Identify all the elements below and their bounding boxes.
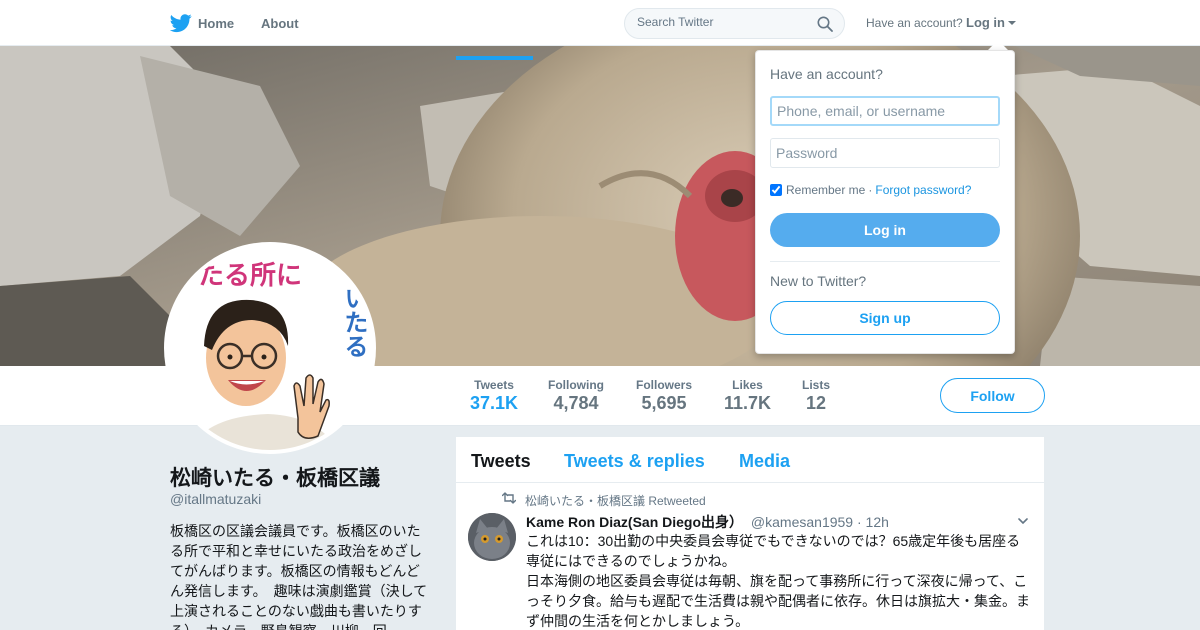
stat-label: Likes <box>732 378 763 392</box>
profile-handle[interactable]: @itallmatuzaki <box>170 491 261 507</box>
stat-lists[interactable]: Lists 12 <box>802 378 830 414</box>
login-dropdown-toggle[interactable]: Log in <box>966 15 1005 30</box>
search-box[interactable] <box>624 8 845 39</box>
signup-button[interactable]: Sign up <box>770 301 1000 335</box>
cat-avatar-image <box>468 513 516 561</box>
tweet-timestamp[interactable]: · 12h <box>857 514 889 530</box>
stat-likes[interactable]: Likes 11.7K <box>724 378 771 414</box>
profile-avatar[interactable]: たる所に いたる <box>164 242 376 454</box>
divider <box>770 261 1000 262</box>
stat-tweets[interactable]: Tweets 37.1K <box>470 378 518 414</box>
new-to-twitter-text: New to Twitter? <box>770 273 867 289</box>
tweet-text: これは10：30出勤の中央委員会専従でもできないのでは？65歳定年後も居座る専従… <box>526 531 1034 630</box>
follow-button[interactable]: Follow <box>940 378 1045 413</box>
username-field[interactable] <box>770 96 1000 126</box>
stat-followers[interactable]: Followers 5,695 <box>636 378 692 414</box>
timeline: Tweets Tweets & replies Media 松崎いたる・板橋区議… <box>456 437 1044 630</box>
tab-tweets[interactable]: Tweets <box>471 451 531 472</box>
avatar-banner-text-top: たる所に <box>198 261 302 291</box>
tweet-text-line: これは10：30出勤の中央委員会専従でもできないのでは？65歳定年後も居座る専従… <box>526 533 1021 569</box>
remember-me-row: Remember me · Forgot password? <box>770 183 971 197</box>
stat-label: Following <box>548 378 604 392</box>
tweet-header: Kame Ron Diaz(San Diego出身） @kamesan1959 … <box>526 512 889 532</box>
tab-tweets-and-replies[interactable]: Tweets & replies <box>564 451 705 472</box>
search-icon[interactable] <box>817 16 833 32</box>
stat-label: Followers <box>636 378 693 392</box>
have-account-text: Have an account? <box>866 16 963 30</box>
stat-value: 37.1K <box>470 393 519 413</box>
remember-me-label[interactable]: Remember me <box>786 183 865 197</box>
nav-home-label: Home <box>198 15 235 31</box>
profile-display-name[interactable]: 松崎いたる・板橋区議 <box>170 462 380 492</box>
caret-down-icon[interactable] <box>1008 21 1016 25</box>
dropdown-arrow <box>988 40 1008 50</box>
stat-following[interactable]: Following 4,784 <box>548 378 604 414</box>
password-field[interactable] <box>770 138 1000 168</box>
chevron-down-icon[interactable] <box>1018 518 1028 524</box>
tweet-text-line: 日本海側の地区委員会専従は毎朝、旗を配って事務所に行って深夜に帰って、こっそり夕… <box>526 573 1030 629</box>
login-button[interactable]: Log in <box>770 213 1000 247</box>
tweet-author-avatar[interactable] <box>468 513 516 561</box>
nav-home-link[interactable]: Home <box>170 12 234 34</box>
stat-value: 4,784 <box>553 393 599 413</box>
stat-value: 11.7K <box>724 393 772 413</box>
profile-bio: 板橋区の区議会議員です。板橋区のいたる所で平和と幸せにいたる政治をめざしてがんば… <box>170 523 428 630</box>
stat-label: Tweets <box>474 378 514 392</box>
top-navigation-bar: Home About Have an account? Log in <box>0 0 1200 46</box>
timeline-tabs: Tweets Tweets & replies Media <box>456 437 1044 483</box>
retweeted-by-context[interactable]: 松崎いたる・板橋区議 Retweeted <box>525 492 706 509</box>
remember-me-checkbox[interactable] <box>770 184 782 196</box>
avatar-illustration: たる所に いたる <box>168 246 372 450</box>
tweet-author-name[interactable]: Kame Ron Diaz(San Diego出身） <box>526 514 743 530</box>
active-tab-indicator <box>456 56 533 60</box>
nav-about-link[interactable]: About <box>261 16 299 31</box>
separator-dot: · <box>868 183 873 197</box>
login-dropdown: Have an account? Remember me · Forgot pa… <box>755 50 1015 354</box>
retweet-icon <box>502 492 516 504</box>
tweet-author-handle[interactable]: @kamesan1959 <box>751 514 853 530</box>
search-input[interactable] <box>637 15 807 29</box>
dropdown-title: Have an account? <box>770 66 883 82</box>
tab-media[interactable]: Media <box>739 451 790 472</box>
twitter-bird-icon <box>170 14 192 33</box>
stat-value: 12 <box>805 393 827 413</box>
stat-value: 5,695 <box>641 393 687 413</box>
forgot-password-link[interactable]: Forgot password? <box>875 183 971 197</box>
stat-label: Lists <box>802 378 831 392</box>
